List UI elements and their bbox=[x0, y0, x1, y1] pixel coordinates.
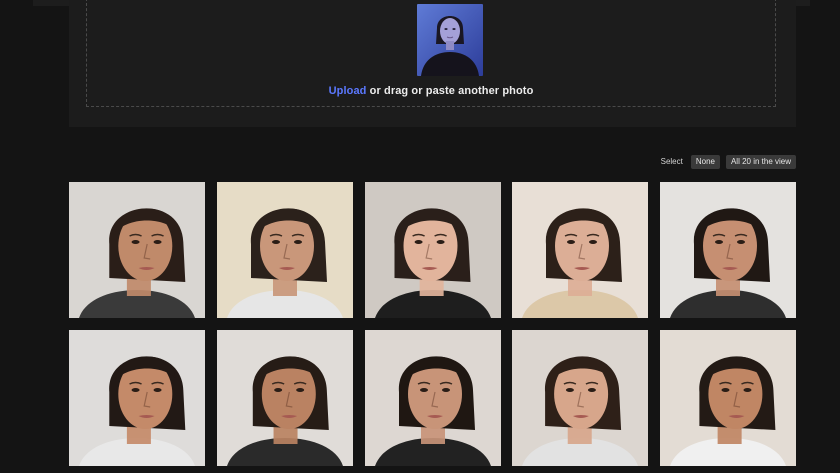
drop-zone[interactable]: Upload or drag or paste another photo bbox=[86, 0, 776, 107]
face-card[interactable] bbox=[364, 330, 501, 466]
face-card[interactable] bbox=[660, 330, 796, 466]
selection-controls: Select None All 20 in the view bbox=[661, 154, 796, 169]
upload-hint-text: or drag or paste another photo bbox=[366, 85, 534, 97]
face-image bbox=[512, 330, 649, 466]
face-card[interactable] bbox=[69, 182, 205, 318]
photo-grid bbox=[69, 182, 796, 466]
face-card[interactable] bbox=[216, 330, 353, 466]
upload-panel: Upload or drag or paste another photo bbox=[69, 0, 796, 127]
select-all-button[interactable]: All 20 in the view bbox=[725, 154, 796, 169]
upload-instructions: Upload or drag or paste another photo bbox=[87, 85, 775, 97]
face-image bbox=[660, 330, 796, 466]
select-label: Select bbox=[660, 157, 683, 166]
face-card[interactable] bbox=[660, 182, 796, 318]
portrait-image bbox=[417, 4, 483, 76]
face-image bbox=[69, 330, 205, 466]
face-image bbox=[512, 182, 649, 318]
face-image bbox=[660, 182, 796, 318]
face-card[interactable] bbox=[216, 182, 353, 318]
uploaded-photo-thumbnail[interactable] bbox=[417, 4, 483, 76]
upload-link[interactable]: Upload bbox=[329, 85, 367, 97]
select-none-button[interactable]: None bbox=[690, 154, 720, 169]
face-image bbox=[364, 182, 501, 318]
face-image bbox=[364, 330, 501, 466]
face-image bbox=[69, 182, 205, 318]
face-image bbox=[216, 182, 353, 318]
face-image bbox=[216, 330, 353, 466]
face-card[interactable] bbox=[364, 182, 501, 318]
face-card[interactable] bbox=[512, 330, 649, 466]
face-card[interactable] bbox=[512, 182, 649, 318]
face-card[interactable] bbox=[69, 330, 205, 466]
